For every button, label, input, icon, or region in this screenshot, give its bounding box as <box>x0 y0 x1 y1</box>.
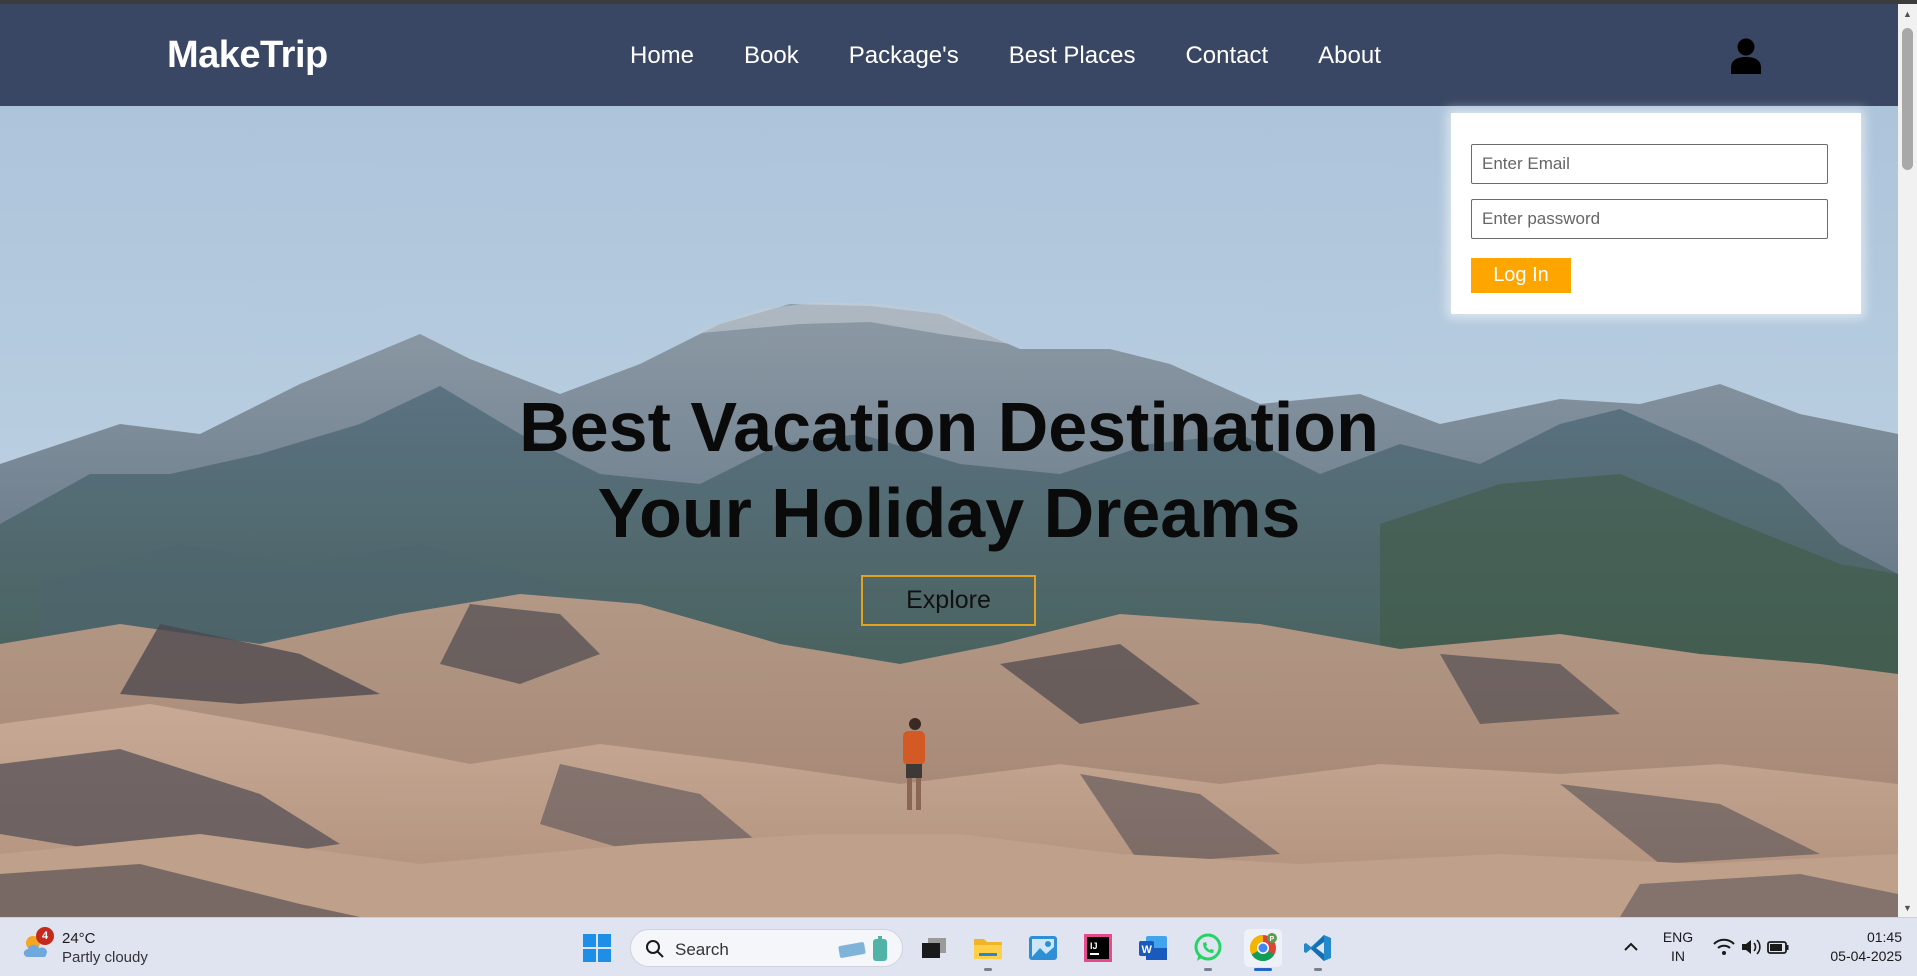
task-view-button[interactable] <box>915 929 953 967</box>
scrollbar-thumb[interactable] <box>1902 28 1913 170</box>
user-icon[interactable] <box>1731 38 1761 74</box>
photos-app-icon <box>1029 936 1057 960</box>
search-label: Search <box>675 940 729 959</box>
language-code: ENG <box>1662 929 1694 945</box>
taskbar-clock[interactable]: 01:45 05-04-2025 <box>1810 928 1902 966</box>
scroll-down-arrow-icon[interactable]: ▼ <box>1898 898 1917 917</box>
intellij-idea-button[interactable]: IJ <box>1079 929 1117 967</box>
photos-app-button[interactable] <box>1024 929 1062 967</box>
language-region: IN <box>1671 948 1685 964</box>
active-indicator <box>1254 968 1272 971</box>
nav-link-best-places[interactable]: Best Places <box>1009 42 1136 70</box>
battery-icon <box>1767 941 1789 954</box>
email-field[interactable] <box>1471 144 1828 184</box>
weather-widget[interactable]: 4 24°C Partly cloudy <box>20 927 170 969</box>
task-view-icon <box>922 938 946 958</box>
microsoft-word-button[interactable]: W <box>1134 929 1172 967</box>
wifi-icon <box>1713 938 1735 955</box>
nav-link-about[interactable]: About <box>1318 42 1381 70</box>
nav-link-packages[interactable]: Package's <box>849 42 959 70</box>
brand-logo[interactable]: MakeTrip <box>167 34 328 77</box>
search-highlight-travel-icon <box>838 936 887 961</box>
vscode-button[interactable] <box>1299 929 1337 971</box>
svg-text:W: W <box>1142 944 1153 956</box>
search-icon <box>646 940 664 958</box>
hero-title-line2: Your Holiday Dreams <box>597 474 1301 552</box>
chrome-button[interactable]: P <box>1244 929 1282 971</box>
clock-time: 01:45 <box>1866 929 1902 945</box>
show-hidden-icons-chevron-icon[interactable] <box>1620 936 1642 958</box>
clock-date: 05-04-2025 <box>1830 948 1902 964</box>
hero-title-line1: Best Vacation Destination <box>519 388 1379 466</box>
password-field[interactable] <box>1471 199 1828 239</box>
svg-text:P: P <box>1270 936 1275 943</box>
taskbar-search-box[interactable]: Search <box>630 929 903 967</box>
login-button[interactable]: Log In <box>1471 258 1571 293</box>
explore-button[interactable]: Explore <box>861 575 1036 626</box>
nav-link-home[interactable]: Home <box>630 42 694 70</box>
chrome-icon: P <box>1249 933 1277 962</box>
running-indicator <box>984 968 992 971</box>
windows-start-icon[interactable] <box>582 933 612 963</box>
page-scrollbar[interactable]: ▲ ▼ <box>1898 4 1917 917</box>
whatsapp-button[interactable] <box>1189 929 1227 971</box>
running-indicator <box>1314 968 1322 971</box>
login-form: Log In <box>1451 113 1861 314</box>
weather-condition: Partly cloudy <box>62 949 148 966</box>
vscode-icon <box>1304 935 1331 961</box>
system-tray-icons[interactable] <box>1712 935 1790 959</box>
svg-text:IJ: IJ <box>1090 941 1098 951</box>
windows-taskbar: 4 24°C Partly cloudy Search IJ W P ENG I… <box>0 917 1917 976</box>
whatsapp-icon <box>1194 933 1222 961</box>
file-explorer-icon <box>974 939 1002 959</box>
scroll-up-arrow-icon[interactable]: ▲ <box>1898 4 1917 23</box>
nav-link-contact[interactable]: Contact <box>1185 42 1268 70</box>
weather-badge: 4 <box>36 927 54 945</box>
top-navbar: MakeTrip Home Book Package's Best Places… <box>0 4 1898 106</box>
intellij-idea-icon: IJ <box>1084 934 1112 962</box>
file-explorer-button[interactable] <box>969 929 1007 971</box>
running-indicator <box>1204 968 1212 971</box>
weather-temperature: 24°C <box>62 930 96 947</box>
web-page: MakeTrip Home Book Package's Best Places… <box>0 4 1898 917</box>
nav-links: Home Book Package's Best Places Contact … <box>630 42 1431 70</box>
volume-icon <box>1742 939 1761 955</box>
microsoft-word-icon: W <box>1139 936 1167 960</box>
nav-link-book[interactable]: Book <box>744 42 799 70</box>
input-language-indicator[interactable]: ENG IN <box>1660 928 1696 966</box>
